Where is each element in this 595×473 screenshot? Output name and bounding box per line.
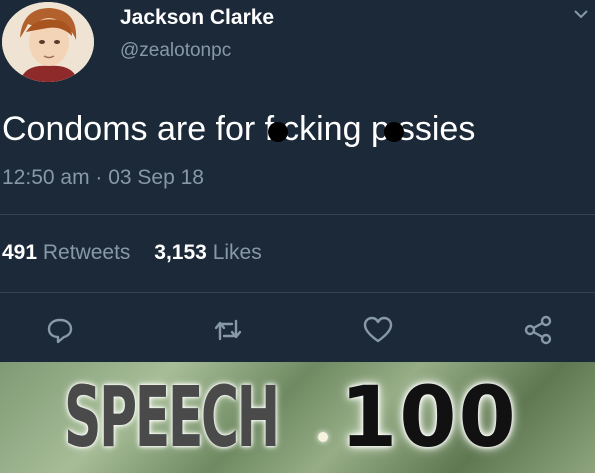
retweets-stat[interactable]: 491 Retweets <box>2 241 130 265</box>
retweets-label: Retweets <box>42 241 131 264</box>
tweet-text-part: cking p <box>282 110 390 148</box>
divider <box>0 292 595 293</box>
skill-banner: SPEECH 100 <box>0 362 595 473</box>
reply-icon[interactable] <box>38 308 82 352</box>
skill-label: SPEECH <box>64 368 280 466</box>
like-icon[interactable] <box>356 308 400 352</box>
divider <box>0 214 595 215</box>
censor-dot <box>268 122 289 142</box>
retweets-count: 491 <box>2 241 38 264</box>
retweet-icon[interactable] <box>206 308 250 352</box>
likes-count: 3,153 <box>154 241 207 264</box>
engagement-stats: 491 Retweets 3,153 Likes <box>2 241 280 265</box>
chevron-down-icon[interactable] <box>571 4 591 24</box>
tweet-timestamp[interactable]: 12:50 am · 03 Sep 18 <box>2 166 204 190</box>
author-name[interactable]: Jackson Clarke <box>120 6 274 30</box>
likes-label: Likes <box>212 241 262 264</box>
tweet-card: Jackson Clarke @zealotonpc Condoms are f… <box>0 0 595 362</box>
tweet-text: Condoms are for f cking p ssies <box>2 110 475 149</box>
tweet-text-part: Condoms are for f <box>2 110 275 148</box>
tweet-text-part: ssies <box>397 110 476 148</box>
skill-value: 100 <box>340 368 518 466</box>
avatar-illustration <box>2 2 94 82</box>
tweet-actions <box>0 308 595 354</box>
likes-stat[interactable]: 3,153 Likes <box>154 241 261 265</box>
censor-dot <box>383 122 404 142</box>
skill-separator-dot <box>318 432 328 442</box>
author-handle[interactable]: @zealotonpc <box>120 40 231 62</box>
share-icon[interactable] <box>516 308 560 352</box>
avatar[interactable] <box>2 2 94 82</box>
